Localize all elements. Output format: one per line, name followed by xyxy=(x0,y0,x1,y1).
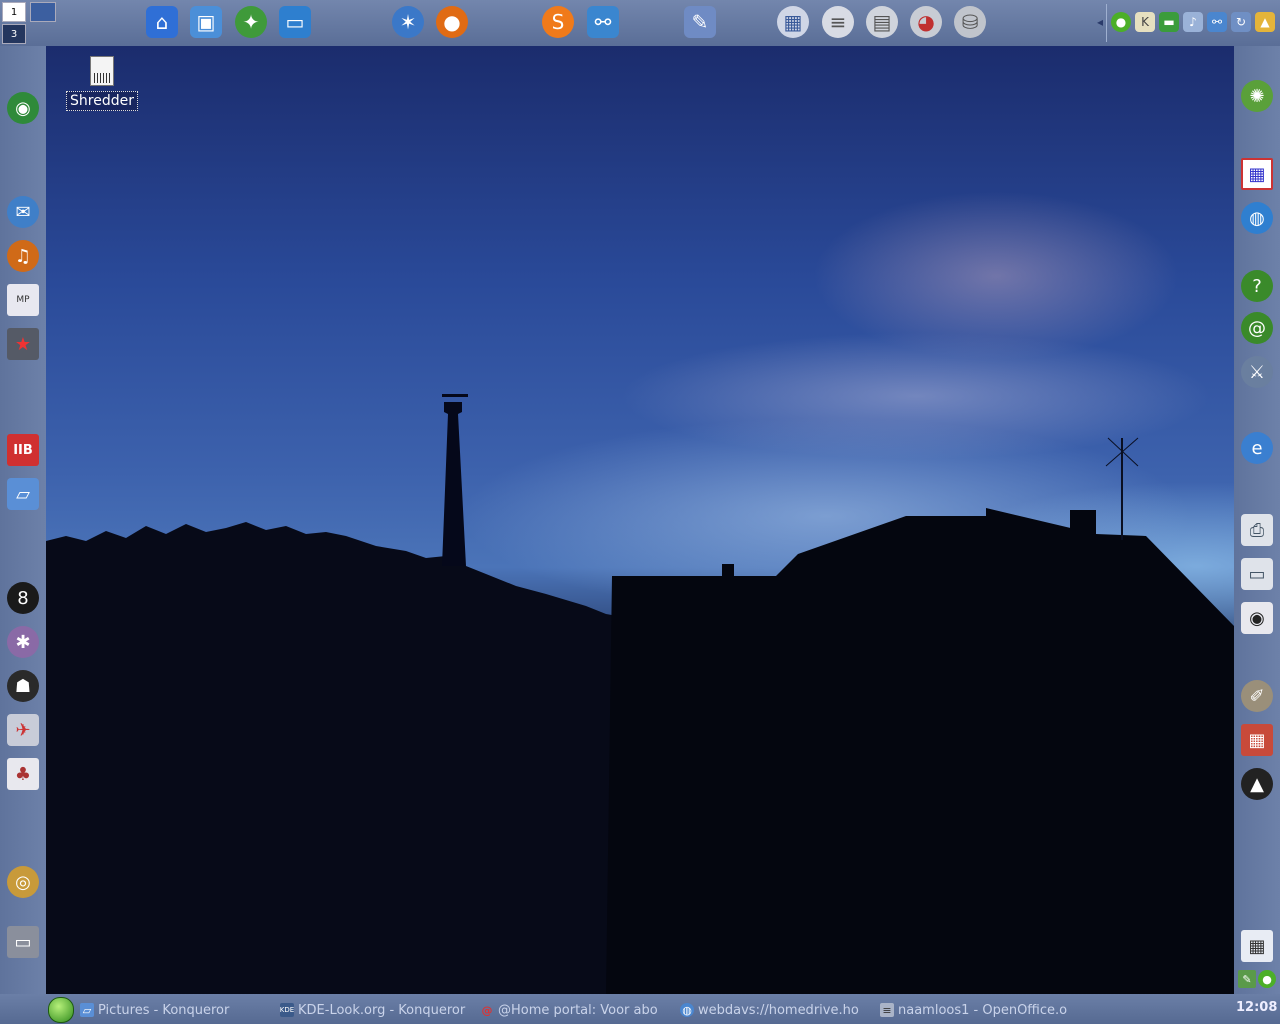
start-button[interactable] xyxy=(48,997,74,1023)
gimp-icon[interactable]: ✐ xyxy=(1241,680,1273,712)
skype-icon[interactable]: S xyxy=(542,6,574,38)
pager-desktop-2[interactable] xyxy=(30,2,56,22)
network-star-icon[interactable]: ✶ xyxy=(392,6,424,38)
suse-icon[interactable]: ● xyxy=(1111,12,1131,32)
task-home-portal[interactable]: @ @Home portal: Voor abo xyxy=(480,1000,672,1020)
kopete-icon[interactable]: ✺ xyxy=(1241,80,1273,112)
task-label: Pictures - Konqueror xyxy=(98,1002,230,1018)
pager-desktop-3[interactable]: 3 xyxy=(2,24,26,44)
wireless-icon[interactable]: ◉ xyxy=(7,92,39,124)
help-icon[interactable]: ? xyxy=(1241,270,1273,302)
shredder-icon xyxy=(90,56,114,86)
taskbar: ▱ Pictures - Konqueror KDE KDE-Look.org … xyxy=(0,994,1280,1024)
brush-icon[interactable]: ✎ xyxy=(684,6,716,38)
desktop[interactable]: Shredder xyxy=(46,46,1234,994)
volume-icon[interactable]: ♪ xyxy=(1183,12,1203,32)
chart-icon[interactable]: ◕ xyxy=(910,6,942,38)
palette-icon[interactable]: ▦ xyxy=(1241,724,1273,756)
camera-icon[interactable]: ◉ xyxy=(1241,602,1273,634)
mail-box-icon[interactable]: ✈ xyxy=(7,714,39,746)
search-web-icon[interactable]: e xyxy=(1241,432,1273,464)
inkscape-icon[interactable]: ▲ xyxy=(1241,768,1273,800)
task-label: naamloos1 - OpenOffice.o xyxy=(898,1002,1068,1018)
desktop-icon-label: Shredder xyxy=(66,91,138,111)
task-webdavs-homedrive[interactable]: ◍ webdavs://homedrive.ho xyxy=(680,1000,872,1020)
bug-icon[interactable]: ✱ xyxy=(7,626,39,658)
green-dot-icon[interactable]: ● xyxy=(1258,970,1276,988)
satellite-icon[interactable]: ⚔ xyxy=(1241,356,1273,388)
top-panel: 1 3 ⌂ ▣ ✦ ▭ ✶ ● S ⚯ ✎ ▦ ≡ ▤ ◕ ⛁ ◂ ● K ▬ … xyxy=(0,0,1280,46)
scanner-icon[interactable]: ▭ xyxy=(1241,558,1273,590)
database-icon[interactable]: ⛁ xyxy=(954,6,986,38)
clock[interactable]: 12:08 xyxy=(1236,1000,1277,1015)
firefox-icon[interactable]: ● xyxy=(436,6,468,38)
task-naamloos1-openoffice[interactable]: ≡ naamloos1 - OpenOffice.o xyxy=(880,1000,1072,1020)
laptop-icon[interactable]: ▭ xyxy=(7,926,39,958)
kfm-icon[interactable]: ▲ xyxy=(1255,12,1275,32)
desktop-icon-shredder[interactable]: Shredder xyxy=(62,56,142,111)
color-chart-icon[interactable]: ▦ xyxy=(1241,158,1273,190)
update-icon[interactable]: ↻ xyxy=(1231,12,1251,32)
at-home-icon: @ xyxy=(481,1003,493,1017)
webdav-icon: ◍ xyxy=(680,1003,694,1017)
folder-network-icon[interactable]: ▱ xyxy=(7,478,39,510)
cards-icon[interactable]: ♣ xyxy=(7,758,39,790)
notes-icon[interactable]: ≡ xyxy=(822,6,854,38)
network-card-icon[interactable]: ▬ xyxy=(1159,12,1179,32)
folder-icon: ▱ xyxy=(80,1003,94,1017)
task-label: KDE-Look.org - Konqueror xyxy=(298,1002,466,1018)
image-viewer-icon[interactable]: ▣ xyxy=(190,6,222,38)
wallpaper xyxy=(46,394,1234,994)
monitor-icon[interactable]: ▭ xyxy=(279,6,311,38)
film-icon[interactable]: ★ xyxy=(7,328,39,360)
control-center-icon[interactable]: ✦ xyxy=(235,6,267,38)
kde-look-icon: KDE xyxy=(280,1003,294,1017)
network-share-icon[interactable]: ⚯ xyxy=(587,6,619,38)
calculator-icon[interactable]: ▦ xyxy=(1241,930,1273,962)
tray-collapse-icon[interactable]: ◂ xyxy=(1090,12,1110,32)
task-label: @Home portal: Voor abo xyxy=(498,1002,658,1018)
pool-ball-icon[interactable]: 8 xyxy=(7,582,39,614)
pen-icon[interactable]: ✎ xyxy=(1238,970,1256,988)
right-panel: ✺ ▦ ◍ ? @ ⚔ e ⎙ ▭ ◉ ✐ ▦ ▲ ▦ ✎ ● xyxy=(1234,46,1280,994)
task-pictures-konqueror[interactable]: ▱ Pictures - Konqueror xyxy=(80,1000,260,1020)
kib-icon[interactable]: IIB xyxy=(7,434,39,466)
printer-icon[interactable]: ⎙ xyxy=(1241,514,1273,546)
calendar-icon[interactable]: ▦ xyxy=(777,6,809,38)
task-kde-look-konqueror[interactable]: KDE KDE-Look.org - Konqueror xyxy=(280,1000,480,1020)
openoffice-icon: ≡ xyxy=(880,1003,894,1017)
penguin-icon[interactable]: ☗ xyxy=(7,670,39,702)
globe-icon[interactable]: ◍ xyxy=(1241,202,1273,234)
panel-separator xyxy=(1106,4,1107,42)
mplayer-icon[interactable]: MP xyxy=(7,284,39,316)
pager-desktop-1[interactable]: 1 xyxy=(2,2,26,22)
task-label: webdavs://homedrive.ho xyxy=(698,1002,859,1018)
webcam-icon[interactable]: ◎ xyxy=(7,866,39,898)
at-icon[interactable]: @ xyxy=(1241,312,1273,344)
network-icon[interactable]: ⚯ xyxy=(1207,12,1227,32)
home-icon[interactable]: ⌂ xyxy=(146,6,178,38)
amarok-icon[interactable]: ♫ xyxy=(7,240,39,272)
k-icon[interactable]: K xyxy=(1135,12,1155,32)
presentation-icon[interactable]: ▤ xyxy=(866,6,898,38)
thunderbird-icon[interactable]: ✉ xyxy=(7,196,39,228)
left-panel: ◉ ✉ ♫ MP ★ IIB ▱ 8 ✱ ☗ ✈ ♣ ◎ ▭ xyxy=(0,46,46,994)
